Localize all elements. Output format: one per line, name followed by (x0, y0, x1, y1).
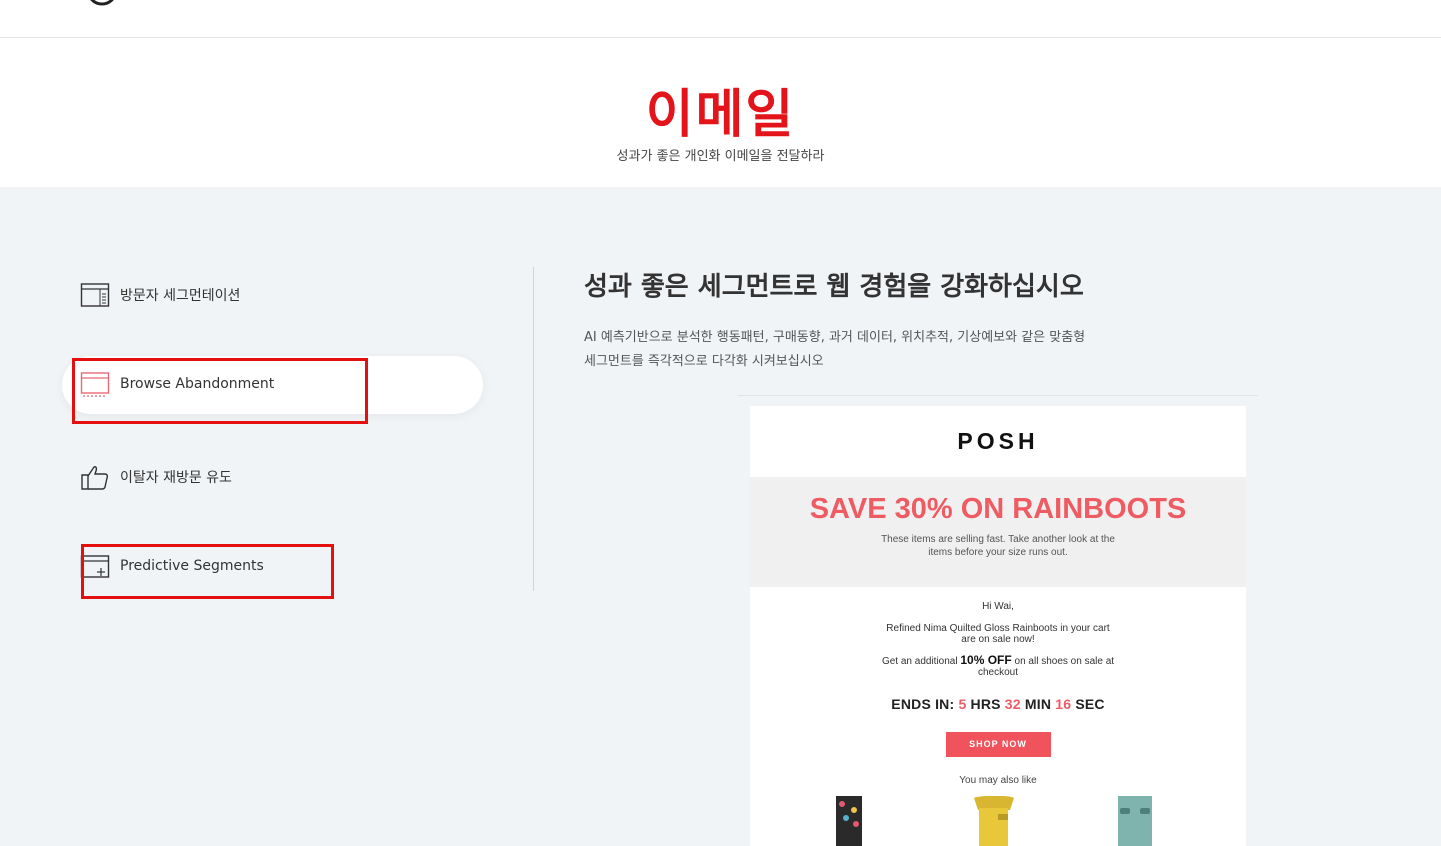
rainboot-teal-image (1118, 796, 1152, 846)
annotation-highlight-box (81, 544, 334, 599)
site-logo-icon[interactable] (82, 0, 122, 8)
thumbs-up-icon (81, 466, 109, 490)
banner-subtitle: These items are selling fast. Take anoth… (881, 534, 1115, 558)
rainboot-yellow-image (974, 796, 1014, 846)
annotation-highlight-box (72, 358, 368, 424)
menu-item-visitor-segmentation[interactable]: 방문자 세그먼테이션 (80, 275, 240, 315)
countdown-timer: ENDS IN: 5 HRS 32 MIN 16 SEC (891, 696, 1105, 712)
hero-section: 이메일 성과가 좋은 개인화 이메일을 전달하라 (0, 38, 1441, 187)
content-title: 성과 좋은 세그먼트로 웹 경험을 강화하십시오 (584, 272, 1084, 302)
top-header (0, 0, 1441, 38)
menu-item-label: 방문자 세그먼테이션 (120, 288, 241, 304)
email-greeting: Hi Wai, (982, 601, 1014, 612)
email-preview: POSH SAVE 30% ON RAINBOOTS These items a… (750, 406, 1246, 846)
menu-item-label: 이탈자 재방문 유도 (120, 470, 232, 486)
email-preview-shadow (738, 395, 1258, 396)
vertical-divider (533, 267, 534, 591)
also-like-heading: You may also like (959, 775, 1037, 786)
menu-item-re-engagement[interactable]: 이탈자 재방문 유도 (80, 457, 232, 497)
browser-window-icon (80, 283, 110, 307)
email-brand-logo: POSH (957, 428, 1039, 454)
banner-title: SAVE 30% ON RAINBOOTS (809, 493, 1187, 525)
email-cart-line: Refined Nima Quilted Gloss Rainboots in … (886, 623, 1110, 645)
email-offer-line: Get an additional 10% OFF on all shoes o… (881, 653, 1115, 678)
content-description: AI 예측기반으로 분석한 행동패턴, 구매동향, 과거 데이터, 위치추적, … (584, 330, 1086, 369)
email-body: Hi Wai, Refined Nima Quilted Gloss Rainb… (750, 601, 1246, 786)
rainboot-floral-image (836, 796, 862, 846)
page-title: 이메일 (645, 85, 796, 145)
shop-now-button[interactable]: SHOP NOW (945, 732, 1051, 757)
email-banner: SAVE 30% ON RAINBOOTS These items are se… (750, 477, 1246, 587)
page-subtitle: 성과가 좋은 개인화 이메일을 전달하라 (616, 149, 825, 164)
